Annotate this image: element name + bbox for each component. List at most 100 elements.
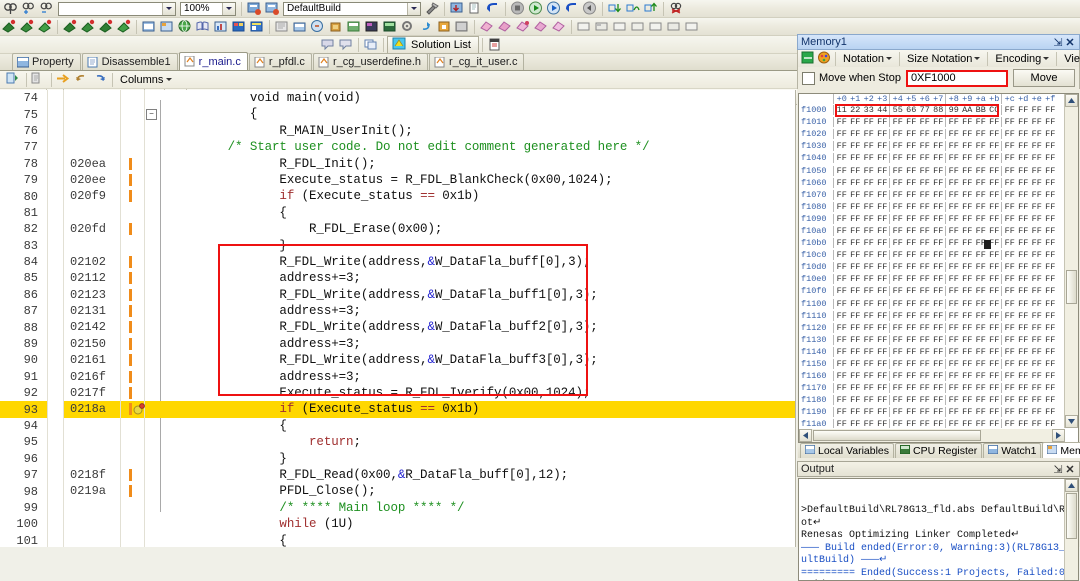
memory-byte[interactable]: FF [862, 226, 876, 236]
refresh-icon[interactable] [418, 19, 434, 34]
memory-byte[interactable]: FF [835, 214, 849, 224]
memory-row[interactable]: f1060 FF FF FF FF FF FF FF FF FF FF FF FF FF FF FF FF [799, 177, 1064, 189]
memory-byte[interactable]: FF [1030, 190, 1044, 200]
code-line[interactable]: 91 0216f address+=3; [0, 368, 795, 386]
memory-byte[interactable]: FF [947, 311, 961, 321]
code-line[interactable]: 96 } [0, 450, 795, 467]
memory-byte[interactable]: FF [849, 153, 863, 163]
memory-byte[interactable]: FF [932, 190, 946, 200]
memory-byte[interactable]: FF [862, 347, 876, 357]
memory-byte[interactable]: FF [1017, 299, 1031, 309]
memory-byte[interactable]: FF [974, 117, 988, 127]
code-line[interactable]: 81 { [0, 204, 795, 222]
memory-byte[interactable]: FF [961, 166, 975, 176]
memory-byte[interactable]: FF [947, 214, 961, 224]
bookmark-icon[interactable] [62, 19, 78, 34]
memory-byte[interactable]: FF [974, 202, 988, 212]
memory-byte[interactable]: FF [1003, 299, 1017, 309]
memory-byte[interactable]: FF [932, 153, 946, 163]
memory-byte[interactable]: FF [862, 419, 876, 428]
memory-byte[interactable]: FF [891, 419, 905, 428]
memory-byte[interactable]: FF [862, 238, 876, 248]
memory-byte[interactable]: FF [905, 286, 919, 296]
memory-byte[interactable]: FF [876, 238, 890, 248]
memory-byte[interactable]: FF [905, 383, 919, 393]
memory-byte[interactable]: FF [849, 299, 863, 309]
memory-byte[interactable]: FF [849, 347, 863, 357]
memory-byte[interactable]: FF [862, 335, 876, 345]
memory-byte[interactable]: FF [905, 323, 919, 333]
memory-row[interactable]: f11a0 FF FF FF FF FF FF FF FF FF FF FF FF FF FF FF FF [799, 418, 1064, 428]
cpu-icon[interactable] [328, 19, 344, 34]
memory-byte[interactable]: FF [1030, 395, 1044, 405]
memory-byte[interactable]: FF [1017, 214, 1031, 224]
memory-byte[interactable]: FF [974, 395, 988, 405]
bookmark-next-icon[interactable] [80, 19, 96, 34]
memory-byte[interactable]: FF [849, 323, 863, 333]
memory-byte[interactable]: FF [932, 250, 946, 260]
memory-byte[interactable]: FF [876, 299, 890, 309]
code-line[interactable]: 100 while (1U) [0, 516, 795, 533]
code-fold-cell[interactable] [145, 123, 159, 139]
memory-byte[interactable]: FF [862, 286, 876, 296]
code-fold-cell[interactable]: − [145, 106, 159, 122]
code-breakpoint-cell[interactable] [121, 352, 145, 369]
code-line[interactable]: 74 void main(void) [0, 90, 795, 107]
memory-vscrollbar[interactable] [1064, 94, 1078, 428]
code-breakpoint-cell[interactable] [121, 122, 145, 140]
memory-byte[interactable]: FF [932, 214, 946, 224]
step-return-icon[interactable] [643, 1, 659, 16]
download-icon[interactable] [449, 1, 465, 16]
memory-byte[interactable]: FF [961, 226, 975, 236]
memory-byte[interactable]: FF [961, 262, 975, 272]
memory-byte[interactable]: FF [1003, 117, 1017, 127]
memory-byte[interactable]: FF [1003, 323, 1017, 333]
memory-byte[interactable]: FF [1044, 299, 1058, 309]
memory-byte[interactable]: FF [918, 117, 932, 127]
memory-byte[interactable]: FF [947, 371, 961, 381]
code-fold-cell[interactable] [145, 139, 159, 155]
memory-byte[interactable]: FF [974, 274, 988, 284]
rewind-icon[interactable] [582, 1, 598, 16]
memory-row[interactable]: f1120 FF FF FF FF FF FF FF FF FF FF FF FF FF FF FF FF [799, 322, 1064, 334]
memory-byte[interactable]: FF [1030, 371, 1044, 381]
memory-byte[interactable]: FF [835, 347, 849, 357]
memory-byte[interactable]: FF [988, 383, 1002, 393]
memory-byte[interactable]: FF [988, 262, 1002, 272]
copy-icon[interactable] [467, 1, 483, 16]
memory-byte[interactable]: FF [947, 323, 961, 333]
memory-byte[interactable]: FF [974, 178, 988, 188]
memory-byte[interactable]: FF [835, 335, 849, 345]
memory-byte[interactable]: FF [947, 262, 961, 272]
memory-byte[interactable]: FF [1044, 262, 1058, 272]
code-breakpoint-cell[interactable] [121, 221, 145, 238]
memory-row[interactable]: f1130 FF FF FF FF FF FF FF FF FF FF FF FF FF FF FF FF [799, 334, 1064, 346]
code-line[interactable]: 76 R_MAIN_UserInit(); [0, 122, 795, 140]
code-breakpoint-cell[interactable] [121, 532, 145, 547]
memory-byte[interactable]: FF [947, 178, 961, 188]
memory-hscrollbar[interactable] [799, 429, 1065, 442]
code-line[interactable]: 89 02150 address+=3; [0, 335, 795, 353]
code-fold-cell[interactable] [145, 401, 159, 417]
memory-byte[interactable]: FF [961, 407, 975, 417]
memory-byte[interactable]: 22 [849, 105, 863, 115]
memory-byte[interactable]: FF [932, 311, 946, 321]
memory-byte[interactable]: FF [1030, 359, 1044, 369]
memory-byte[interactable]: 88 [932, 105, 946, 115]
pin-icon[interactable]: ⇲ [1052, 36, 1064, 49]
memory-byte[interactable]: FF [918, 153, 932, 163]
code-fold-cell[interactable] [145, 90, 159, 106]
refresh-memory-icon[interactable] [801, 51, 815, 66]
memory-byte[interactable]: FF [891, 286, 905, 296]
memory-row[interactable]: f1100 FF FF FF FF FF FF FF FF FF FF FF FF FF FF FF FF [799, 298, 1064, 310]
memory-byte[interactable]: FF [947, 202, 961, 212]
memory-byte[interactable]: FF [1030, 419, 1044, 428]
step-run-icon[interactable] [546, 1, 562, 16]
memory-byte[interactable]: FF [947, 166, 961, 176]
memory-byte[interactable]: FF [1044, 141, 1058, 151]
code-breakpoint-cell[interactable] [121, 450, 145, 467]
memory-row[interactable]: f1010 FF FF FF FF FF FF FF FF FF FF FF FF FF FF FF FF [799, 116, 1064, 128]
memory-byte[interactable]: FF [905, 347, 919, 357]
memory-byte[interactable]: FF [974, 311, 988, 321]
code-fold-cell[interactable] [145, 205, 159, 221]
